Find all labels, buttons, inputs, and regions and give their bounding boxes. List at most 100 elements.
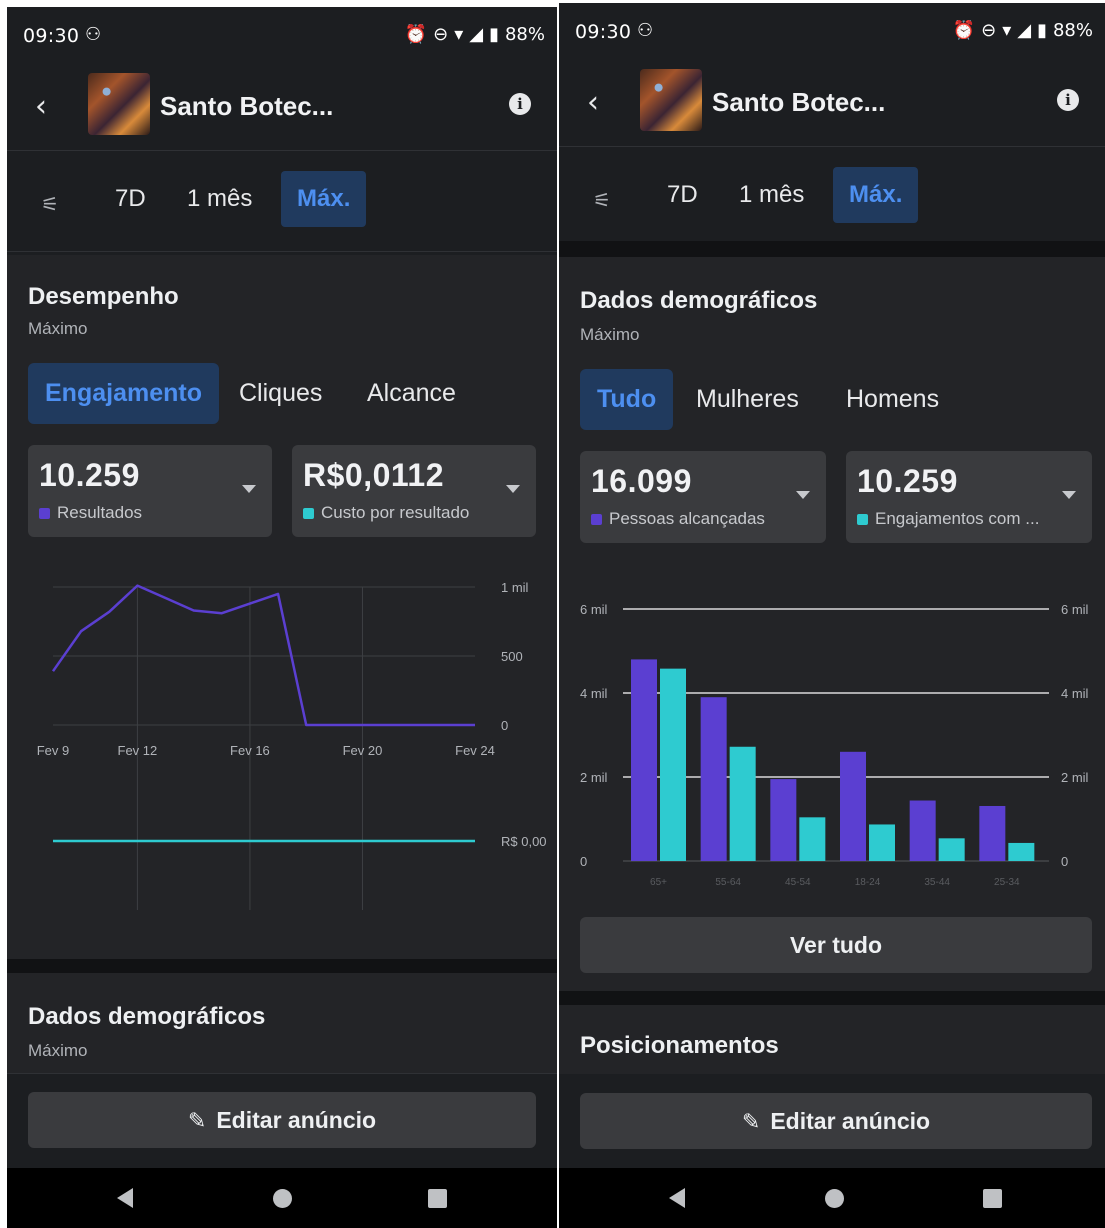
tab-engagement[interactable]: Engajamento [28, 363, 219, 424]
dropdown-caret-icon [506, 485, 520, 493]
ad-thumbnail [88, 73, 150, 135]
y-tick-label: 0 [580, 854, 587, 869]
info-icon[interactable]: i [1057, 89, 1079, 111]
alarm-icon: ⏰ [404, 24, 428, 45]
status-time: 09:30 [23, 25, 80, 47]
engagement-line-chart: 1 mil 500 0 Fev 9 Fev 12 Fev 16 Fev 20 Fev 24 R$… [37, 580, 547, 910]
nav-recent-icon[interactable] [983, 1189, 1002, 1208]
x-tick-label: 35-44 [924, 877, 950, 888]
demographics-section: Dados demográficos Máximo Tudo Mulheres … [559, 257, 1105, 991]
metric-card-engagements[interactable]: 10.259 Engajamentos com ... [846, 451, 1092, 543]
metric-card-results[interactable]: 10.259 Resultados [28, 445, 272, 537]
pencil-icon: ✎ [741, 1109, 761, 1134]
wifi-icon: ▾ [1002, 20, 1012, 41]
info-icon[interactable]: i [509, 93, 531, 115]
ad-thumbnail [640, 69, 702, 131]
range-7d[interactable]: 7D [667, 181, 698, 209]
metric-value: 10.259 [39, 457, 140, 493]
dropdown-caret-icon [242, 485, 256, 493]
metric-card-reach[interactable]: 16.099 Pessoas alcançadas [580, 451, 826, 543]
y-tick-label: R$ 0,00 [501, 834, 547, 849]
date-range-bar: ⚟ 7D 1 mês Máx. [7, 152, 557, 252]
filter-icon[interactable]: ⚟ [593, 188, 611, 213]
metric-label: Engajamentos com ... [875, 509, 1040, 528]
signal-icon: ◢ [1017, 20, 1032, 41]
y-tick-label: 2 mil [1061, 770, 1089, 785]
page-title: Santo Botec... [160, 91, 334, 121]
dnd-icon: ⊖ [433, 24, 449, 45]
x-tick-label: Fev 24 [455, 743, 495, 758]
y-tick-label: 1 mil [501, 580, 529, 595]
legend-swatch [857, 514, 868, 525]
x-tick-label: Fev 12 [118, 743, 158, 758]
metric-value: 16.099 [591, 463, 692, 499]
filter-icon[interactable]: ⚟ [41, 192, 59, 217]
back-icon[interactable]: ‹ [587, 85, 599, 120]
range-max[interactable]: Máx. [833, 167, 919, 223]
wifi-icon: ▾ [454, 24, 464, 45]
section-title: Dados demográficos [580, 287, 818, 314]
section-title: Dados demográficos [28, 1003, 266, 1030]
bar [938, 838, 965, 861]
bar [1008, 842, 1035, 861]
range-max[interactable]: Máx. [281, 171, 367, 227]
page-title: Santo Botec... [712, 87, 886, 117]
tab-clicks[interactable]: Cliques [239, 379, 322, 408]
notification-icon: ⚇ [85, 24, 102, 44]
date-range-bar: ⚟ 7D 1 mês Máx. [559, 148, 1105, 248]
edit-ad-button[interactable]: ✎ Editar anúncio [580, 1093, 1092, 1149]
nav-home-icon[interactable] [273, 1189, 292, 1208]
metric-value: R$0,0112 [303, 457, 445, 493]
series-line-results [51, 584, 475, 727]
metric-card-cost[interactable]: R$0,0112 Custo por resultado [292, 445, 536, 537]
bar [729, 746, 756, 861]
bar [700, 697, 727, 861]
bar [799, 817, 826, 861]
legend-swatch [303, 508, 314, 519]
section-title: Posicionamentos [580, 1032, 779, 1059]
x-tick-label: Fev 9 [37, 743, 70, 758]
bar [869, 824, 895, 861]
nav-back-icon[interactable] [117, 1188, 133, 1208]
y-tick-label: 0 [501, 718, 508, 733]
nav-recent-icon[interactable] [428, 1189, 447, 1208]
back-icon[interactable]: ‹ [35, 89, 47, 124]
notification-icon: ⚇ [637, 20, 654, 40]
pencil-icon: ✎ [187, 1108, 207, 1133]
tab-men[interactable]: Homens [846, 385, 939, 414]
section-subtitle: Máximo [28, 1041, 88, 1060]
section-subtitle: Máximo [580, 325, 640, 344]
system-nav-bar [559, 1168, 1105, 1228]
signal-icon: ◢ [469, 24, 484, 45]
x-tick-label: Fev 16 [230, 743, 270, 758]
tab-women[interactable]: Mulheres [696, 385, 799, 414]
bar [979, 805, 1006, 861]
battery-level: 88% [1052, 20, 1093, 41]
battery-icon: ▮ [489, 24, 499, 45]
nav-back-icon[interactable] [669, 1188, 685, 1208]
tab-all[interactable]: Tudo [580, 369, 674, 430]
bar [770, 779, 797, 861]
right-screen: 09:30 ⚇ ⏰ ⊖ ▾ ◢ ▮ 88% ‹ Santo Botec... i… [559, 3, 1105, 1228]
range-1-month[interactable]: 1 mês [739, 181, 804, 209]
age-bar-chart: 6 mil 6 mil 4 mil 4 mil 2 mil 2 mil 0 0 65+ 55-64… [580, 602, 1089, 888]
x-tick-label: 25-34 [994, 877, 1020, 888]
x-tick-label: 55-64 [715, 877, 741, 888]
range-1-month[interactable]: 1 mês [187, 185, 252, 213]
app-bar: ‹ Santo Botec... i [559, 59, 1105, 147]
app-bar: ‹ Santo Botec... i [7, 63, 557, 151]
dnd-icon: ⊖ [981, 20, 997, 41]
metric-label: Custo por resultado [321, 503, 470, 522]
range-7d[interactable]: 7D [115, 185, 146, 213]
edit-ad-button[interactable]: ✎ Editar anúncio [28, 1092, 536, 1148]
bar [840, 751, 866, 861]
bar [660, 668, 686, 861]
alarm-icon: ⏰ [952, 20, 976, 41]
see-all-button[interactable]: Ver tudo [580, 917, 1092, 973]
section-title: Desempenho [28, 283, 179, 310]
left-screen: 09:30 ⚇ ⏰ ⊖ ▾ ◢ ▮ 88% ‹ Santo Botec... i… [7, 7, 557, 1228]
x-tick-label: Fev 20 [343, 743, 383, 758]
nav-home-icon[interactable] [825, 1189, 844, 1208]
system-nav-bar [7, 1168, 557, 1228]
tab-reach[interactable]: Alcance [367, 379, 456, 408]
